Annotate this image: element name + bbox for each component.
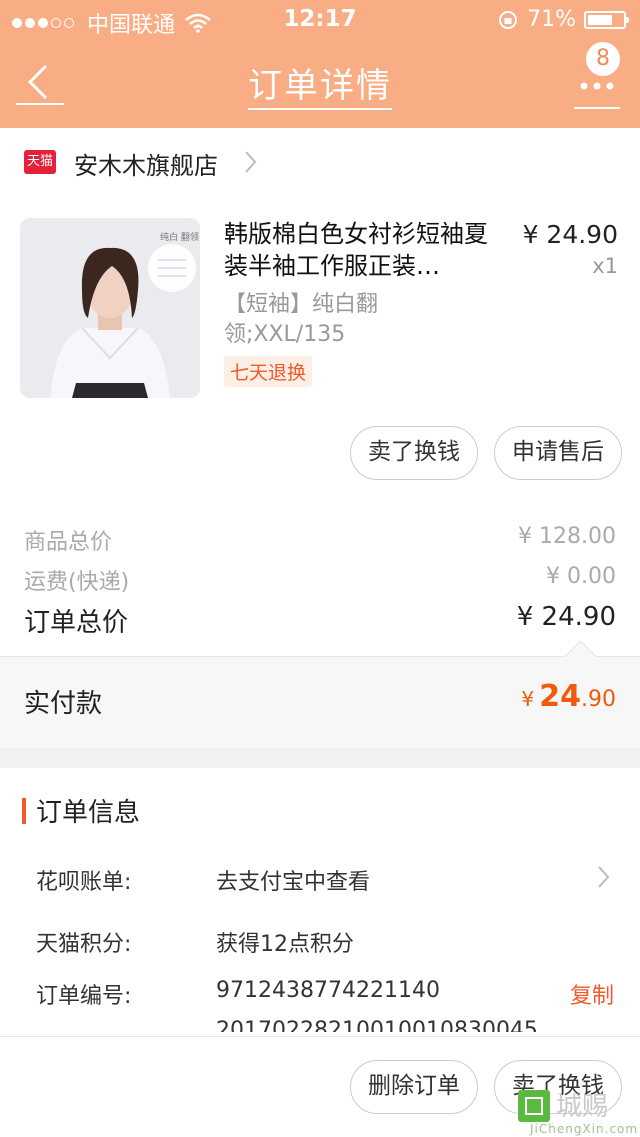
nav-bar: 订单详情 8	[0, 40, 640, 128]
product-spec: 【短袖】纯白翻领;XXL/135	[224, 292, 379, 347]
actual-payment-amount: ¥ 24.90	[521, 679, 616, 714]
product-quantity: x1	[592, 254, 618, 278]
order-info-title: 订单信息	[36, 798, 141, 828]
chevron-right-icon	[245, 151, 257, 173]
actual-payment-label: 实付款	[24, 689, 103, 719]
goods-total-value: ¥ 128.00	[518, 524, 616, 549]
product-title[interactable]: 韩版棉白色女衬衫短袖夏装半袖工作服正装…	[224, 218, 494, 282]
product-image[interactable]: 纯白 翻领	[20, 218, 200, 398]
battery-percent: 71%	[527, 7, 576, 32]
huabei-link[interactable]: 去支付宝中查看	[216, 864, 370, 896]
product-item[interactable]: 纯白 翻领 韩版棉白色女衬衫短袖夏装半袖工作服正装… 【短袖】纯白翻领;XXL/…	[0, 196, 640, 416]
delete-order-button[interactable]: 删除订单	[350, 1060, 478, 1114]
order-number-value: 9712438774221140	[216, 978, 440, 1003]
shipping-label: 运费(快递)	[24, 570, 130, 595]
tmall-logo: 天猫	[24, 150, 56, 174]
order-info-section: 订单信息 花呗账单: 去支付宝中查看 天猫积分: 获得12点积分 订单编号: 9…	[0, 768, 640, 1038]
shop-name[interactable]: 安木木旗舰店	[74, 146, 218, 181]
sell-for-cash-button[interactable]: 卖了换钱	[350, 426, 478, 480]
status-bar: 中国联通 12:17 71%	[0, 0, 640, 40]
return-policy-tag: 七天退换	[224, 356, 313, 387]
copy-button[interactable]: 复制	[570, 978, 614, 1010]
section-accent-bar	[22, 798, 26, 824]
product-image-label: 纯白 翻领	[160, 231, 199, 243]
message-count-badge[interactable]: 8	[586, 42, 620, 76]
watermark-logo: 城赐 JiChengXin.com	[518, 1086, 637, 1136]
watermark-icon	[518, 1090, 550, 1122]
order-number-label: 订单编号:	[36, 984, 132, 1009]
orientation-lock-icon	[499, 10, 518, 29]
points-value: 获得12点积分	[216, 932, 354, 957]
huabei-label: 花呗账单:	[36, 870, 132, 895]
after-sale-button[interactable]: 申请售后	[494, 426, 622, 480]
shipping-value: ¥ 0.00	[546, 564, 616, 589]
product-price: ¥ 24.90	[522, 220, 618, 249]
partial-transaction-number: 20170228210010010830045	[216, 1020, 538, 1032]
order-total-label: 订单总价	[24, 608, 129, 638]
chevron-right-icon[interactable]	[596, 864, 612, 890]
shop-row[interactable]: 天猫 安木木旗舰店	[0, 128, 640, 196]
order-total-value: ¥ 24.90	[516, 602, 616, 632]
more-icon[interactable]	[574, 80, 620, 112]
page-title: 订单详情	[0, 58, 640, 110]
goods-total-label: 商品总价	[24, 530, 113, 555]
actual-payment-row: 实付款 ¥ 24.90	[0, 640, 640, 749]
price-summary: 商品总价 ¥ 128.00 运费(快递) ¥ 0.00 订单总价 ¥ 24.90	[0, 514, 640, 656]
battery-icon	[584, 10, 629, 29]
section-divider	[0, 748, 640, 768]
points-label: 天猫积分:	[36, 932, 132, 957]
